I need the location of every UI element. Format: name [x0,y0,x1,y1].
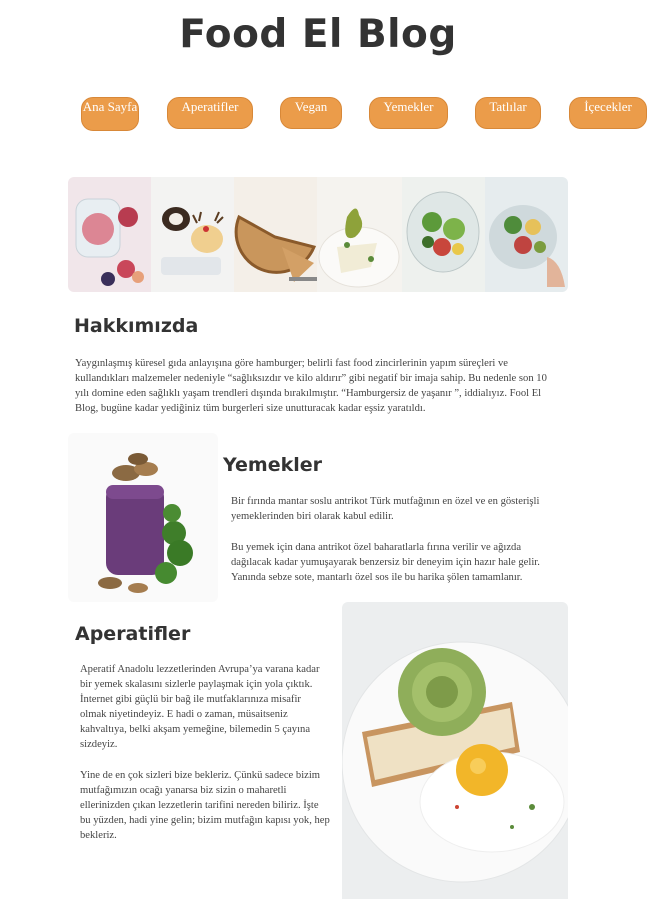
about-text: Yaygınlaşmış küresel gıda anlayışına gör… [75,358,547,414]
pie-slice-photo [234,177,317,292]
yemekler-photo [68,433,218,602]
yemekler-text-2: Bu yemek için dana antrikot özel baharat… [231,542,540,583]
site-title: Food El Blog [179,12,457,57]
aperatifler-text-1: Aperatif Anadolu lezzetlerinden Avrupa’y… [80,664,320,750]
aperatifler-text-2: Yine de en çok sizleri bize bekleriz. Çü… [80,770,330,841]
figs-jar-photo [68,177,151,292]
pear-plate-photo [317,177,402,292]
salad-bowl-photo [402,177,485,292]
nav-icecekler-button[interactable]: İçecekler [569,97,647,129]
fruit-bowl-photo [485,177,568,292]
photo-gallery-strip [68,177,568,292]
nav-yemekler-button[interactable]: Yemekler [369,97,448,129]
main-nav: Ana Sayfa Aperatifler Vegan Yemekler Tat… [0,97,659,137]
nav-vegan-button[interactable]: Vegan [280,97,342,129]
yemekler-text-1: Bir fırında mantar soslu antrikot Türk m… [231,496,540,522]
aperatifler-photo [342,602,568,899]
cake-roll-dessert-photo [151,177,234,292]
nav-aperatifler-button[interactable]: Aperatifler [167,97,253,129]
aperatifler-title: Aperatifler [75,623,191,645]
nav-tatlilar-button[interactable]: Tatlılar [475,97,541,129]
yemekler-title: Yemekler [223,454,322,476]
nav-ana-sayfa-button[interactable]: Ana Sayfa [81,97,139,131]
about-title: Hakkımızda [74,315,199,337]
